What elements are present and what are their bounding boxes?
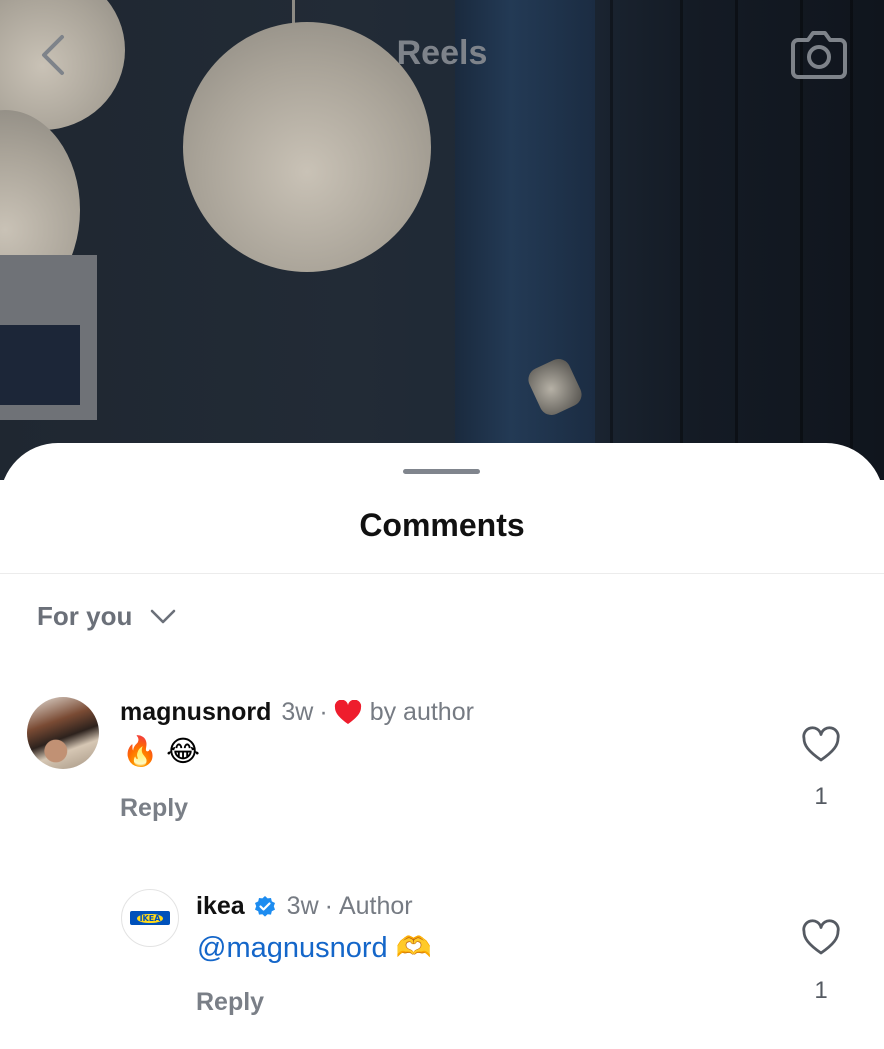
like-count: 1 xyxy=(814,977,828,1004)
reply-button[interactable]: Reply xyxy=(120,794,188,823)
comment-username[interactable]: magnusnord xyxy=(120,698,271,727)
page-title: Reels xyxy=(396,34,488,72)
filter-label: For you xyxy=(37,601,133,631)
comment-username[interactable]: ikea xyxy=(196,892,245,921)
comments-sheet: Comments For you magnusnord 3w · by auth… xyxy=(0,443,884,1049)
author-tag: Author xyxy=(338,892,413,920)
like-count: 1 xyxy=(814,783,828,810)
divider xyxy=(0,573,884,574)
heart-outline-icon[interactable] xyxy=(801,918,841,958)
comment-time: 3w xyxy=(281,698,314,726)
heart-outline-icon[interactable] xyxy=(801,725,841,765)
comment-text: @magnusnord 🫶 xyxy=(197,931,432,965)
heart-filled-icon xyxy=(334,699,361,724)
liked-by-author-label: by author xyxy=(369,698,474,726)
comment-emoji: 🫶 xyxy=(395,932,432,964)
camera-icon xyxy=(791,31,847,79)
ikea-logo: IKEA xyxy=(130,911,170,925)
reply-button[interactable]: Reply xyxy=(196,988,264,1017)
mention-link[interactable]: @magnusnord xyxy=(197,932,388,964)
avatar[interactable]: IKEA xyxy=(121,889,179,947)
chevron-down-icon xyxy=(151,609,176,623)
comment-text: 🔥 😂 xyxy=(122,736,201,768)
separator: · xyxy=(319,698,328,726)
comment-meta: ikea 3w · Author xyxy=(196,892,413,921)
comment-time: 3w xyxy=(286,892,319,920)
top-bar: Reels xyxy=(0,0,884,110)
avatar[interactable] xyxy=(27,697,99,769)
comments-filter-dropdown[interactable]: For you xyxy=(37,601,176,632)
sheet-title: Comments xyxy=(359,507,525,543)
camera-button[interactable] xyxy=(788,26,850,82)
comment-meta: magnusnord 3w · by author xyxy=(120,698,474,727)
verified-badge-icon xyxy=(254,895,275,917)
reel-video-frame[interactable]: Reels xyxy=(0,0,884,480)
separator: · xyxy=(324,892,333,920)
wall-picture xyxy=(0,255,97,420)
sheet-drag-handle[interactable] xyxy=(403,469,480,474)
